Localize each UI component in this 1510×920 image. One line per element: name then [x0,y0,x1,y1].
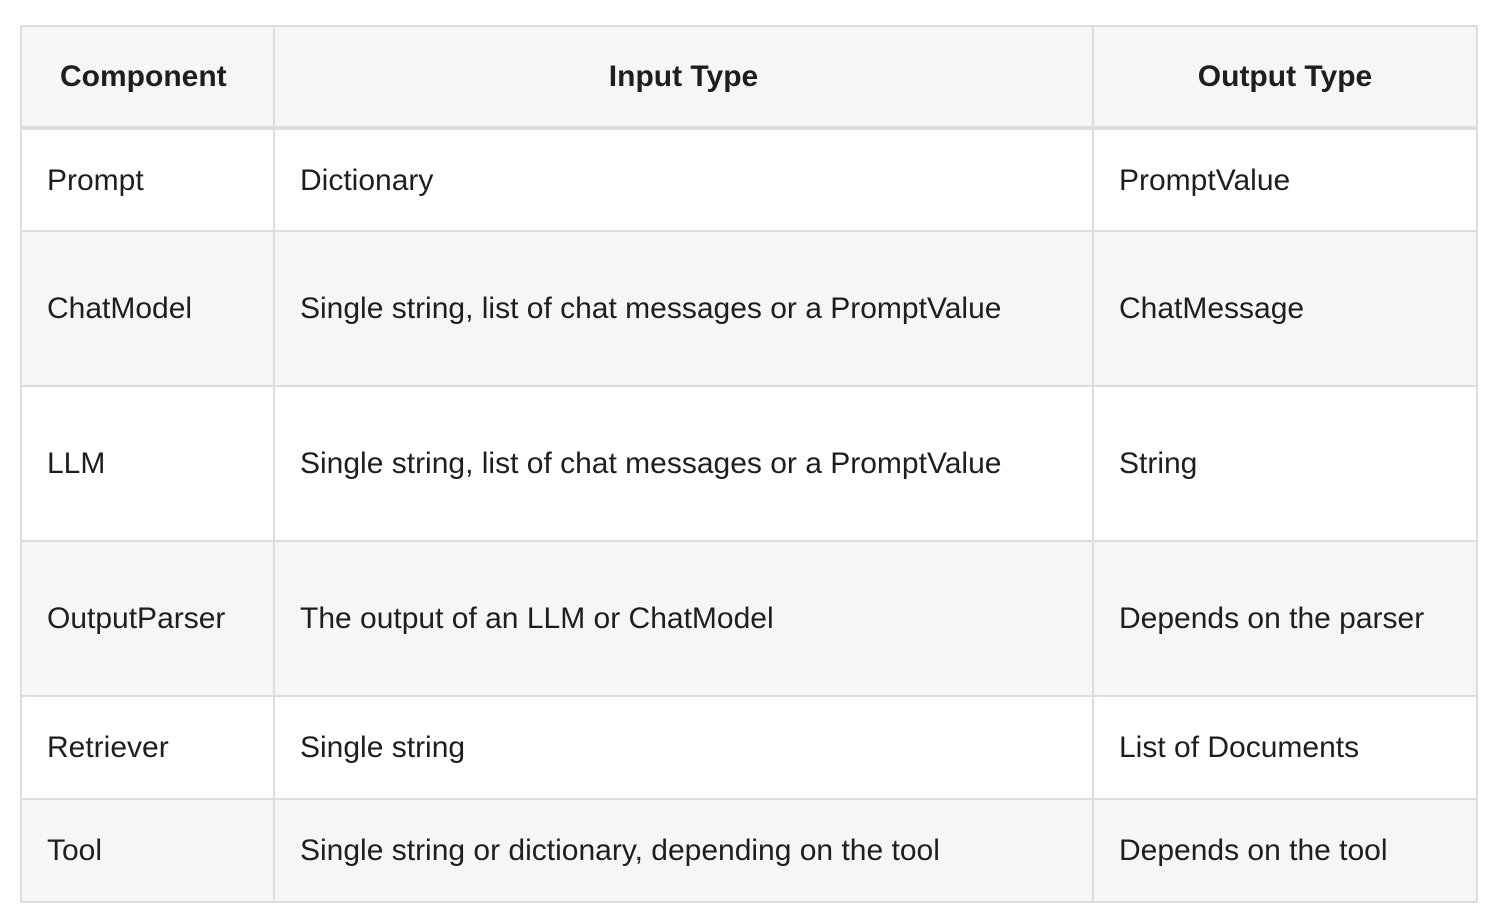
cell-input-type: Single string or dictionary, depending o… [273,798,1094,903]
cell-input-type: Single string [273,695,1094,800]
component-io-table: Component Input Type Output Type Prompt … [20,25,1478,903]
cell-input-type: Dictionary [273,127,1094,232]
table-header-row: Component Input Type Output Type [20,25,1478,130]
table-row: OutputParser The output of an LLM or Cha… [20,540,1478,697]
table-row: ChatModel Single string, list of chat me… [20,230,1478,387]
cell-output-type: PromptValue [1092,127,1478,232]
cell-component: ChatModel [20,230,275,387]
table-row: LLM Single string, list of chat messages… [20,385,1478,542]
cell-component: Prompt [20,127,275,232]
cell-output-type: Depends on the tool [1092,798,1478,903]
cell-input-type: Single string, list of chat messages or … [273,230,1094,387]
page: Component Input Type Output Type Prompt … [0,0,1510,920]
cell-output-type: String [1092,385,1478,542]
header-output-type: Output Type [1092,25,1478,130]
table-row: Retriever Single string List of Document… [20,695,1478,800]
cell-input-type: The output of an LLM or ChatModel [273,540,1094,697]
cell-component: LLM [20,385,275,542]
cell-component: Retriever [20,695,275,800]
cell-input-type: Single string, list of chat messages or … [273,385,1094,542]
cell-output-type: ChatMessage [1092,230,1478,387]
table-row: Tool Single string or dictionary, depend… [20,798,1478,903]
table-row: Prompt Dictionary PromptValue [20,127,1478,232]
header-component: Component [20,25,275,130]
cell-output-type: Depends on the parser [1092,540,1478,697]
cell-component: OutputParser [20,540,275,697]
header-input-type: Input Type [273,25,1094,130]
cell-component: Tool [20,798,275,903]
cell-output-type: List of Documents [1092,695,1478,800]
